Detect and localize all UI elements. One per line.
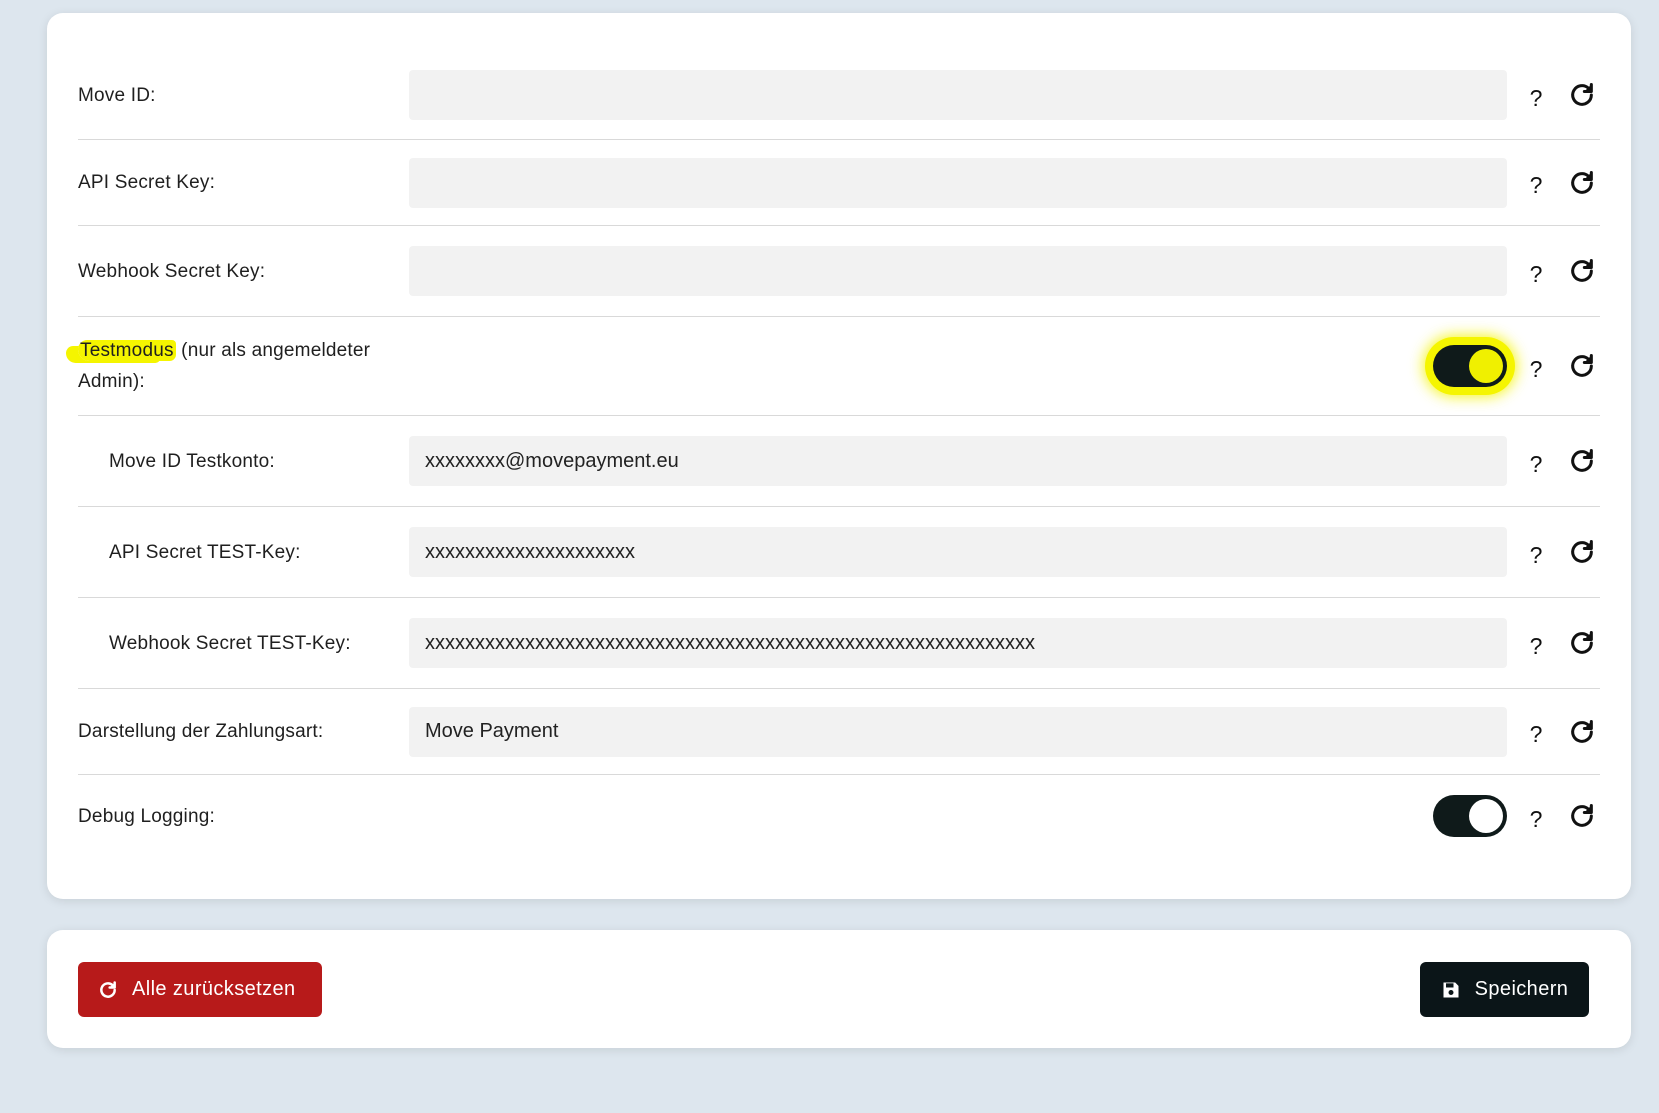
api-secret-key-help-icon[interactable]: ?	[1507, 166, 1565, 199]
debug-logging-help-icon[interactable]: ?	[1507, 800, 1565, 833]
row-webhook-secret-test-key: Webhook Secret TEST-Key: ?	[78, 598, 1600, 689]
darstellung-zahlungsart-label: Darstellung der Zahlungsart:	[78, 721, 324, 742]
row-api-secret-test-key: API Secret TEST-Key: ?	[78, 507, 1600, 598]
testmodus-highlight: Testmodus	[78, 340, 176, 361]
testmodus-toggle-knob	[1469, 349, 1503, 383]
move-id-reset-icon[interactable]	[1565, 78, 1599, 112]
row-api-secret-key: API Secret Key: ?	[78, 140, 1600, 226]
testmodus-toggle[interactable]	[1433, 345, 1507, 387]
webhook-secret-key-reset-icon[interactable]	[1565, 254, 1599, 288]
webhook-secret-test-key-help-icon[interactable]: ?	[1507, 627, 1565, 660]
api-secret-test-key-input[interactable]	[409, 527, 1507, 577]
testmodus-label: Testmodus (nur als angemeldeter Admin):	[78, 335, 409, 397]
move-id-input[interactable]	[409, 70, 1507, 120]
webhook-secret-key-input[interactable]	[409, 246, 1507, 296]
move-id-label: Move ID:	[78, 84, 156, 106]
save-button[interactable]: Speichern	[1420, 962, 1589, 1017]
row-darstellung-zahlungsart: Darstellung der Zahlungsart: ?	[78, 689, 1600, 775]
row-debug-logging: Debug Logging: ?	[78, 775, 1600, 857]
testmodus-toggle-area	[409, 345, 1507, 387]
webhook-secret-test-key-reset-icon[interactable]	[1565, 626, 1599, 660]
darstellung-zahlungsart-help-icon[interactable]: ?	[1507, 715, 1565, 748]
api-secret-test-key-reset-icon[interactable]	[1565, 535, 1599, 569]
webhook-secret-test-key-label: Webhook Secret TEST-Key:	[109, 632, 351, 654]
darstellung-zahlungsart-input[interactable]	[409, 706, 1507, 757]
save-label: Speichern	[1474, 978, 1569, 1000]
webhook-secret-test-key-input[interactable]	[409, 618, 1507, 668]
redo-icon	[100, 980, 116, 998]
actions-card: Alle zurücksetzen Speichern	[47, 930, 1631, 1048]
settings-card: Move ID: ? API Secret Key: ? Webhook Sec…	[47, 13, 1631, 899]
move-id-testkonto-reset-icon[interactable]	[1565, 444, 1599, 478]
row-move-id: Move ID: ?	[78, 51, 1600, 140]
move-id-testkonto-input[interactable]	[409, 436, 1507, 486]
api-secret-key-input[interactable]	[409, 157, 1507, 208]
reset-all-label: Alle zurücksetzen	[132, 978, 296, 1000]
debug-logging-toggle-knob	[1469, 799, 1503, 833]
testmodus-reset-icon[interactable]	[1565, 349, 1599, 383]
webhook-secret-key-help-icon[interactable]: ?	[1507, 255, 1565, 288]
api-secret-key-reset-icon[interactable]	[1565, 166, 1599, 200]
darstellung-zahlungsart-reset-icon[interactable]	[1565, 715, 1599, 749]
row-testmodus: Testmodus (nur als angemeldeter Admin): …	[78, 317, 1600, 416]
reset-all-button[interactable]: Alle zurücksetzen	[78, 962, 322, 1017]
floppy-disk-icon	[1443, 982, 1459, 997]
debug-logging-reset-icon[interactable]	[1565, 799, 1599, 833]
webhook-secret-key-label: Webhook Secret Key:	[78, 260, 266, 282]
move-id-testkonto-label: Move ID Testkonto:	[109, 450, 275, 472]
row-move-id-testkonto: Move ID Testkonto: ?	[78, 416, 1600, 507]
move-id-help-icon[interactable]: ?	[1507, 79, 1565, 112]
debug-logging-toggle[interactable]	[1433, 795, 1507, 837]
debug-logging-label: Debug Logging:	[78, 805, 215, 827]
debug-logging-toggle-area	[409, 795, 1507, 837]
testmodus-help-icon[interactable]: ?	[1507, 350, 1565, 383]
row-webhook-secret-key: Webhook Secret Key: ?	[78, 226, 1600, 317]
api-secret-key-label: API Secret Key:	[78, 172, 216, 193]
api-secret-test-key-help-icon[interactable]: ?	[1507, 536, 1565, 569]
move-id-testkonto-help-icon[interactable]: ?	[1507, 445, 1565, 478]
api-secret-test-key-label: API Secret TEST-Key:	[109, 541, 301, 563]
